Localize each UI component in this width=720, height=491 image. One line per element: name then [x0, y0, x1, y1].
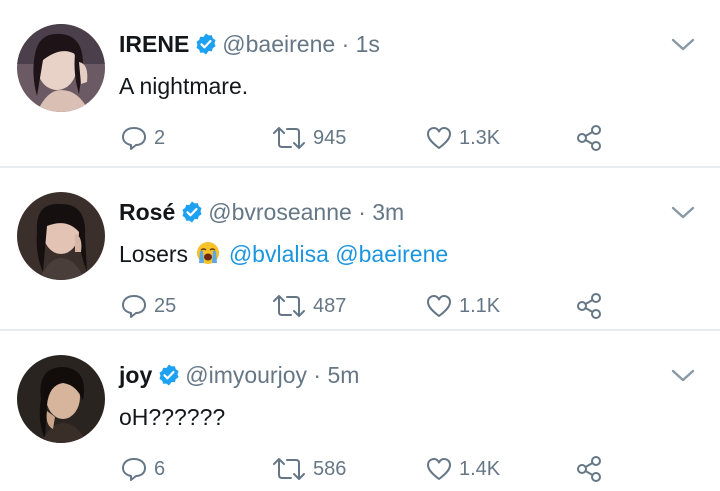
share-icon — [577, 456, 601, 482]
reply-icon — [122, 458, 146, 481]
tweet-header: joy @imyourjoy · 5m — [119, 360, 359, 390]
tweet-text: Losers @bvlalisa @baeirene — [119, 239, 448, 269]
display-name[interactable]: IRENE — [119, 31, 189, 57]
share-button[interactable] — [575, 455, 603, 483]
avatar[interactable] — [17, 355, 105, 443]
like-button[interactable]: 1.1K — [425, 292, 500, 320]
tweet-header: IRENE @baeirene · 1s — [119, 29, 380, 59]
tweet[interactable]: IRENE @baeirene · 1s A nightmare. 2 945 1… — [0, 0, 720, 163]
display-name[interactable]: joy — [119, 362, 152, 388]
user-handle[interactable]: @bvroseanne — [208, 199, 352, 225]
heart-icon — [427, 127, 451, 149]
tweet-actions: 6 586 1.4K — [0, 455, 720, 485]
reply-count: 2 — [154, 126, 166, 149]
separator-dot: · — [358, 199, 366, 225]
reply-button[interactable]: 6 — [120, 455, 165, 483]
retweet-count: 487 — [313, 294, 347, 317]
like-button[interactable]: 1.4K — [425, 455, 500, 483]
tweet-actions: 2 945 1.3K — [0, 124, 720, 154]
like-count: 1.1K — [459, 294, 501, 317]
share-button[interactable] — [575, 292, 603, 320]
reply-icon — [122, 127, 146, 150]
reply-icon — [122, 295, 146, 318]
like-count: 1.4K — [459, 457, 501, 480]
tweet[interactable]: Rosé @bvroseanne · 3m Losers @bvlalisa @b… — [0, 168, 720, 331]
user-handle[interactable]: @imyourjoy — [185, 362, 307, 388]
retweet-count: 586 — [313, 457, 347, 480]
display-name[interactable]: Rosé — [119, 199, 175, 225]
verified-badge-icon — [182, 201, 202, 223]
tweet-text: A nightmare. — [119, 71, 248, 101]
verified-badge-icon — [196, 33, 216, 55]
timestamp[interactable]: 1s — [356, 31, 380, 57]
reply-button[interactable]: 2 — [120, 124, 165, 152]
retweet-icon — [273, 295, 305, 317]
timestamp[interactable]: 3m — [372, 199, 404, 225]
chevron-down-icon[interactable] — [670, 204, 696, 222]
separator-dot: · — [313, 362, 322, 388]
separator-dot: · — [341, 31, 350, 57]
verified-badge-icon — [159, 364, 179, 386]
chevron-down-icon[interactable] — [670, 36, 696, 54]
user-handle[interactable]: @baeirene — [222, 31, 335, 57]
mention-link[interactable]: @bvlalisa — [229, 241, 329, 267]
retweet-icon — [273, 127, 305, 149]
like-button[interactable]: 1.3K — [425, 124, 500, 152]
tweet-text-content: Losers — [119, 241, 189, 267]
avatar[interactable] — [17, 24, 105, 112]
share-button[interactable] — [575, 124, 603, 152]
tweet[interactable]: joy @imyourjoy · 5m oH?????? 6 586 1.4K — [0, 331, 720, 491]
tweet-text: oH?????? — [119, 402, 225, 432]
heart-icon — [427, 458, 451, 480]
timeline-feed: IRENE @baeirene · 1s A nightmare. 2 945 1… — [0, 0, 720, 491]
like-count: 1.3K — [459, 126, 501, 149]
avatar[interactable] — [17, 192, 105, 280]
retweet-button[interactable]: 945 — [271, 124, 346, 152]
loudly-crying-face-icon — [197, 242, 220, 264]
retweet-button[interactable]: 586 — [271, 455, 346, 483]
share-icon — [577, 125, 601, 151]
retweet-button[interactable]: 487 — [271, 292, 346, 320]
reply-count: 6 — [154, 457, 166, 480]
tweet-actions: 25 487 1.1K — [0, 292, 720, 322]
tweet-text-content: oH?????? — [119, 404, 226, 430]
share-icon — [577, 293, 601, 319]
retweet-icon — [273, 458, 305, 480]
tweet-header: Rosé @bvroseanne · 3m — [119, 197, 404, 227]
reply-button[interactable]: 25 — [120, 292, 176, 320]
heart-icon — [427, 295, 451, 317]
mention-link[interactable]: @baeirene — [335, 241, 448, 267]
timestamp[interactable]: 5m — [327, 362, 359, 388]
reply-count: 25 — [154, 294, 177, 317]
chevron-down-icon[interactable] — [670, 367, 696, 385]
tweet-text-content: A nightmare. — [119, 73, 249, 99]
retweet-count: 945 — [313, 126, 347, 149]
